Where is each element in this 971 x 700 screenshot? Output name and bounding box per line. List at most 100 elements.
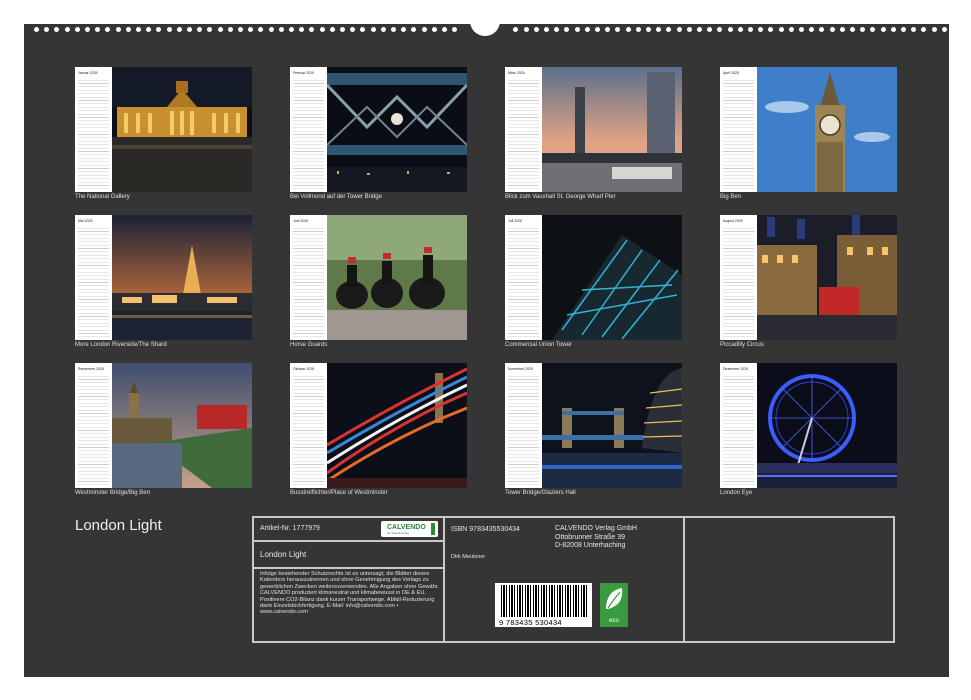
binding-hole: [452, 27, 458, 32]
photo-london-eye: [757, 363, 897, 488]
binding-hole: [85, 27, 90, 32]
photo-westminster-bridge: [112, 363, 252, 488]
binding-hole: [125, 27, 131, 32]
binding-hole: [860, 27, 866, 32]
binding-hole: [584, 27, 590, 32]
photo-piccadilly-circus: [757, 215, 897, 340]
binding-hole: [319, 27, 325, 32]
binding-hole: [839, 27, 845, 32]
binding-hole: [921, 27, 927, 32]
binding-hole: [523, 27, 529, 32]
article-row: Artikel-Nr. 1777979 CALVENDO Der Kalende…: [254, 518, 443, 542]
photo-tower-bridge-fullmoon: [327, 67, 467, 192]
photo-caption: Big Ben: [720, 194, 742, 200]
month-name: Dezember 2025: [723, 367, 748, 371]
calvendo-logo: CALVENDO Der Kalenderverlag: [381, 521, 438, 537]
author: Dirk Meutzner: [451, 554, 486, 560]
binding-hole: [809, 27, 815, 32]
binding-hole: [911, 27, 917, 32]
photo-caption: Busstreiflichter/Place of Westminster: [290, 490, 388, 496]
binding-hole: [350, 27, 356, 32]
eco-label: eco: [609, 618, 619, 624]
binding-hole: [299, 27, 305, 32]
photo-caption: Westminster Bridge/Big Ben: [75, 490, 150, 496]
binding-hole: [646, 27, 651, 32]
photo-caption: The National Gallery: [75, 194, 130, 200]
binding-hole: [788, 27, 794, 32]
month-calendar-grid: August 2025: [720, 215, 757, 340]
month-thumbnail-january: Januar 2025 The National Gallery: [75, 67, 252, 200]
legal-notice: Infolge bestehender Schutzrechte ist es …: [260, 571, 439, 616]
month-name: Mai 2025: [78, 219, 93, 223]
binding-hole: [799, 27, 804, 32]
article-number: Artikel-Nr. 1777979: [260, 525, 320, 532]
month-name: August 2025: [723, 219, 743, 223]
binding-hole: [676, 27, 682, 32]
month-name: September 2025: [78, 367, 104, 371]
photo-caption: Tower Bridge/Glaziers Hall: [505, 490, 576, 496]
month-thumbnail-may: Mai 2025 More London Riverside/The Shard: [75, 215, 252, 348]
month-name: November 2025: [508, 367, 533, 371]
photo-caption: More London Riverside/The Shard: [75, 342, 167, 348]
month-thumbnail-april: April 2025 Big Ben: [720, 67, 897, 200]
month-thumbnail-september: September 2025 Westminster Bridge/Big Be…: [75, 363, 252, 496]
logo-bar-icon: [431, 523, 435, 535]
photo-caption: Commercial Union Tower: [505, 342, 572, 348]
binding-hole: [666, 27, 672, 32]
calendar-title-small: London Light: [260, 550, 307, 559]
binding-hole: [625, 27, 631, 32]
month-calendar-grid: Oktober 2025: [290, 363, 327, 488]
binding-hole: [421, 27, 427, 32]
publisher-street: Ottobrunner Straße 39: [555, 533, 626, 541]
barcode-number: 9 783435 530434: [499, 618, 562, 627]
photo-caption: London Eye: [720, 490, 753, 496]
month-name: März 2025: [508, 71, 525, 75]
month-calendar-grid: Juni 2025: [290, 215, 327, 340]
calendar-title-row: London Light: [254, 542, 443, 569]
binding-hole: [238, 27, 243, 32]
logo-text: CALVENDO: [387, 524, 426, 531]
binding-hole: [442, 27, 447, 32]
binding-hole: [890, 27, 896, 32]
photo-caption: Blick zum Vauxhall St. George Wharf Pier: [505, 194, 616, 200]
binding-hole: [819, 27, 825, 32]
publisher-name: CALVENDO Verlag GmbH: [555, 525, 637, 532]
month-calendar-grid: Dezember 2025: [720, 363, 757, 488]
eco-badge: eco: [600, 583, 628, 627]
binding-hole: [370, 27, 376, 32]
binding-hole: [574, 27, 580, 32]
binding-hole: [54, 27, 60, 32]
photo-caption: Bei Vollmond auf der Tower Bridge: [290, 194, 382, 200]
binding-hole: [768, 27, 774, 32]
month-calendar-grid: März 2025: [505, 67, 542, 192]
month-calendar-grid: April 2025: [720, 67, 757, 192]
binding-hole: [829, 27, 835, 32]
photo-tower-bridge-glaziers: [542, 363, 682, 488]
month-thumbnail-july: Juli 2025 Commercial Union Tower: [505, 215, 682, 348]
month-name: Februar 2025: [293, 71, 315, 75]
binding-hole: [329, 27, 335, 32]
photo-big-ben: [757, 67, 897, 192]
binding-hole: [533, 27, 539, 32]
month-thumbnail-june: Juni 2025 Horse Guards: [290, 215, 467, 348]
binding-hole: [656, 27, 662, 32]
binding-hole: [207, 27, 213, 32]
binding-hole: [360, 27, 366, 32]
binding-hole: [615, 27, 621, 32]
photo-bus-light-trails: [327, 363, 467, 488]
binding-hole: [217, 27, 223, 32]
month-thumbnail-march: März 2025 Blick zum Vauxhall St. George …: [505, 67, 682, 200]
photo-caption: Horse Guards: [290, 342, 328, 348]
month-thumbnail-february: Februar 2025 Bei Vollmond auf der Tower …: [290, 67, 467, 200]
calendar-title: London Light: [75, 517, 162, 534]
binding-hole: [380, 27, 386, 32]
photo-national-gallery: [112, 67, 252, 192]
binding-hole: [727, 27, 733, 32]
month-calendar-grid: November 2025: [505, 363, 542, 488]
binding-hole: [431, 27, 437, 32]
binding-hole: [166, 27, 172, 32]
leaf-icon: [606, 588, 623, 609]
binding-hole: [391, 27, 396, 32]
binding-hole: [64, 27, 70, 32]
binding-hole: [554, 27, 560, 32]
